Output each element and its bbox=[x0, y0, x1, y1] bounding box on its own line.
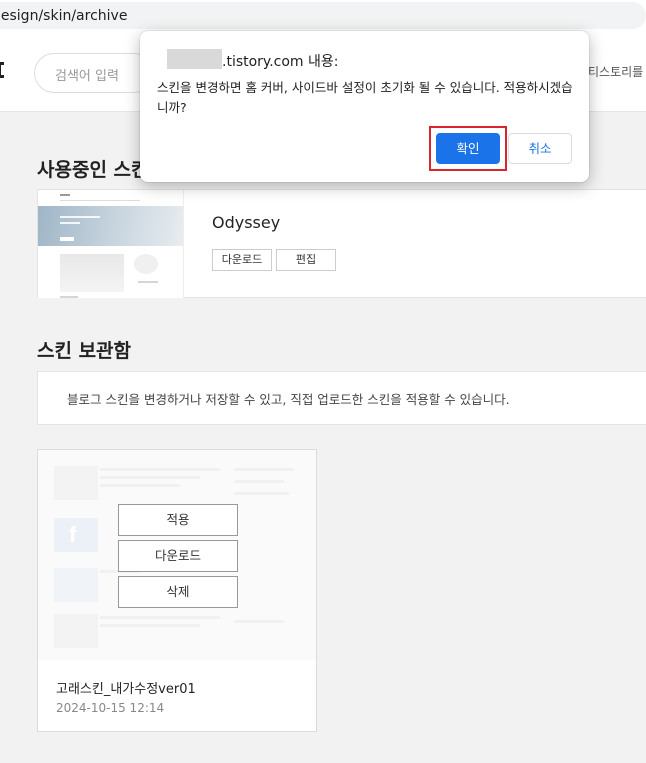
archive-skin-date: 2024-10-15 12:14 bbox=[56, 701, 165, 715]
logo-icon[interactable] bbox=[0, 62, 4, 78]
dialog-origin: .tistory.com 내용: bbox=[222, 54, 339, 70]
delete-button[interactable]: 삭제 bbox=[118, 576, 238, 608]
download-button[interactable]: 다운로드 bbox=[212, 249, 272, 271]
archive-download-button[interactable]: 다운로드 bbox=[118, 540, 238, 572]
current-skin-thumbnail bbox=[38, 190, 184, 298]
current-skin-title: 사용중인 스킨 bbox=[37, 159, 149, 181]
address-bar[interactable]: lesign/skin/archive bbox=[0, 2, 646, 29]
confirm-dialog: .tistory.com 내용: 스킨을 변경하면 홈 커버, 사이드바 설정이… bbox=[140, 31, 589, 182]
archive-info-text: 블로그 스킨을 변경하거나 저장할 수 있고, 직접 업로드한 스킨을 적용할 … bbox=[67, 392, 510, 407]
ok-button[interactable]: 확인 bbox=[436, 133, 500, 164]
thumb-round-image bbox=[134, 254, 158, 274]
archive-skin-card: f 적용 다운로드 삭제 고래스킨_내가수정ver01 2024-10-15 1… bbox=[37, 449, 317, 732]
current-skin-name: Odyssey bbox=[212, 213, 281, 232]
archive-info-box: 블로그 스킨을 변경하거나 저장할 수 있고, 직접 업로드한 스킨을 적용할 … bbox=[37, 371, 646, 425]
archive-skin-name: 고래스킨_내가수정ver01 bbox=[56, 682, 196, 697]
thumb-chair-image bbox=[60, 254, 124, 292]
archive-title: 스킨 보관함 bbox=[37, 340, 132, 362]
edit-button[interactable]: 편집 bbox=[276, 249, 336, 271]
search-input[interactable]: 검색어 입력 bbox=[34, 53, 154, 93]
redacted-domain bbox=[167, 49, 222, 69]
header-link[interactable]: 티스토리를 : bbox=[588, 63, 646, 80]
dialog-message: 스킨을 변경하면 홈 커버, 사이드바 설정이 초기화 될 수 있습니다. 적용… bbox=[157, 80, 573, 115]
browser-toolbar: lesign/skin/archive bbox=[0, 0, 646, 32]
apply-button[interactable]: 적용 bbox=[118, 504, 238, 536]
archive-skin-thumbnail: f 적용 다운로드 삭제 bbox=[38, 450, 316, 660]
current-skin-card: Odyssey 다운로드 편집 bbox=[37, 189, 646, 298]
cancel-button[interactable]: 취소 bbox=[508, 133, 572, 164]
search-placeholder: 검색어 입력 bbox=[55, 69, 119, 84]
thumb-hero bbox=[38, 206, 183, 246]
url-text[interactable]: lesign/skin/archive bbox=[0, 8, 127, 24]
